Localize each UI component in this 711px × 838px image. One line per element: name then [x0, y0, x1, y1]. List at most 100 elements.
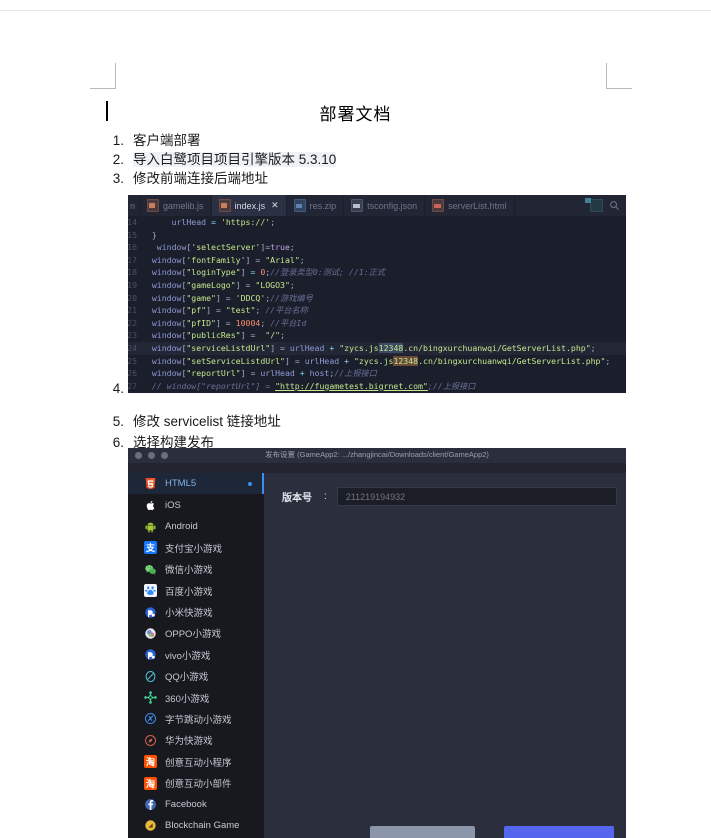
split-editor-icon[interactable] [590, 199, 603, 212]
code-line: 28 // window["reportRecallUrl"] = urlHea… [128, 392, 626, 393]
tab-gamelib-js[interactable]: gamelib.js [140, 195, 212, 216]
sidebar-item-vivo-minigame[interactable]: vivo小游戏 [128, 644, 264, 665]
sidebar-item-label: 360小游戏 [165, 693, 210, 705]
list-item: 5. 修改 servicelist 链接地址 [100, 410, 281, 430]
tab-index-js[interactable]: index.js ✕ [211, 195, 287, 216]
list-item-number: 1. [112, 133, 124, 148]
line-number: 24 [128, 342, 137, 353]
version-field-row: 版本号 : 211219194932 [282, 487, 617, 506]
sidebar-item-android[interactable]: Android [128, 516, 264, 537]
confirm-button[interactable] [504, 826, 614, 838]
version-label: 版本号 [282, 493, 312, 504]
sidebar-item-label: OPPO小游戏 [165, 629, 221, 641]
list-item-number: 3. [112, 171, 124, 186]
sidebar-item-baidu-minigame[interactable]: 百度小游戏 [128, 580, 264, 601]
code-line: 27 // window["reportUrl"] = "http://fuga… [128, 380, 626, 393]
apple-icon [144, 499, 157, 512]
sidebar-item-oppo-minigame[interactable]: OPPO小游戏 [128, 623, 264, 644]
sidebar-item-label: Blockchain Game [165, 820, 240, 832]
sidebar-item-ios[interactable]: iOS [128, 494, 264, 515]
code-line: 15 } [128, 229, 626, 242]
list-item-number: 5. [112, 414, 124, 429]
line-number: 23 [128, 330, 137, 341]
sidebar-item-blockchain-game[interactable]: Blockchain Game [128, 815, 264, 836]
list-item-number: 6. [112, 435, 124, 450]
code-line: 25 window["setServiceListdUrl"] = urlHea… [128, 355, 626, 368]
status-dot [248, 481, 252, 486]
code-line: 17 window['fontFamily'] = "Arial"; [128, 254, 626, 267]
list-item-number: 2. [112, 152, 124, 167]
dialog-sub-bar [128, 463, 626, 473]
tab-label: gamelib.js [163, 200, 204, 211]
version-input[interactable]: 211219194932 [336, 487, 617, 506]
oppo-icon [144, 627, 157, 640]
sidebar-item-label: iOS [165, 499, 181, 511]
close-icon[interactable]: ✕ [271, 200, 279, 211]
code-line: 22 window["pfID"] = 10004; //平台Id [128, 317, 626, 330]
tab-res-zip[interactable]: res.zip [286, 195, 345, 216]
dialog-title-bar: 发布设置 (GameApp2: .../zhangjincai/Download… [128, 448, 626, 463]
tab-truncated[interactable]: n [128, 195, 141, 216]
line-number: 27 [128, 380, 137, 391]
document-page: 部署文档 1. 客户端部署 2. 导入白鹭项目项目引擎版本 5.3.10 3. 修改前… [0, 0, 711, 838]
sidebar-item-qq-minigame[interactable]: QQ小游戏 [128, 666, 264, 687]
sidebar-item-xiaomi-quickgame[interactable]: 小米快游戏 [128, 601, 264, 622]
crop-mark-top-right [606, 63, 632, 89]
sidebar-item-huawei-quickgame[interactable]: 华为快游戏 [128, 730, 264, 751]
line-number: 19 [128, 279, 137, 290]
code-editor-screenshot: n gamelib.js index.js ✕ res.zip tsconfig… [128, 195, 626, 393]
line-number: 28 [128, 392, 142, 393]
line-number: 25 [128, 355, 137, 366]
line-number: 26 [128, 368, 137, 379]
alipay-icon: 支 [144, 541, 157, 555]
sidebar-item-360-minigame[interactable]: 360小游戏 [128, 687, 264, 708]
sidebar-item-label: 百度小游戏 [165, 586, 213, 598]
line-number: 21 [128, 305, 137, 316]
sidebar-item-wechat-minigame[interactable]: 微信小游戏 [128, 559, 264, 580]
tab-tsconfig-json[interactable]: tsconfig.json [344, 195, 426, 216]
blockchain-icon [144, 819, 157, 832]
code-line: 21 window["pf"] = "test"; //平台名称 [128, 304, 626, 317]
list-item: 3. 修改前端连接后端地址 [100, 167, 268, 187]
tab-label: serverList.html [448, 200, 507, 211]
version-colon: : [324, 491, 327, 502]
qq-icon [144, 670, 157, 683]
cancel-button[interactable] [370, 826, 475, 838]
version-value: 211219194932 [345, 491, 406, 502]
code-line: 20 window["game"] = 'DDCQ';//游戏编号 [128, 292, 626, 305]
sidebar-item-label: vivo小游戏 [165, 650, 211, 662]
search-file-icon[interactable] [609, 200, 620, 211]
sidebar-item-label: Android [165, 520, 198, 532]
platform-sidebar[interactable]: HTML5 iOS Android 支 支付宝小游戏 微信小游戏 百度小游戏 小… [128, 473, 264, 838]
js-file-icon [218, 199, 231, 212]
crop-mark-top-left [90, 63, 116, 89]
sidebar-item-creative-miniprogram[interactable]: 淘 创意互动小程序 [128, 751, 264, 772]
zip-file-icon [293, 199, 306, 212]
list-item: 1. 客户端部署 [100, 129, 201, 149]
360-icon [144, 691, 157, 704]
sidebar-item-label: 微信小游戏 [165, 565, 213, 577]
sidebar-item-label: QQ小游戏 [165, 672, 209, 684]
sidebar-item-label: 支付宝小游戏 [165, 543, 223, 555]
baidu-icon [144, 584, 157, 598]
list-item-label: 修改 servicelist 链接地址 [133, 414, 281, 429]
sidebar-item-label: HTML5 [165, 478, 197, 490]
huawei-icon [144, 734, 157, 747]
sidebar-item-facebook[interactable]: Facebook [128, 794, 264, 815]
code-content[interactable]: 14 urlHead = 'https://'; 15 } 16 window[… [128, 216, 626, 393]
vivo-icon [144, 648, 157, 661]
sidebar-item-alipay-minigame[interactable]: 支 支付宝小游戏 [128, 537, 264, 558]
list-item-label: 客户端部署 [133, 133, 201, 148]
list-item-label: 修改前端连接后端地址 [133, 171, 268, 186]
tab-label: tsconfig.json [367, 200, 418, 211]
xiaomi-icon [144, 606, 157, 619]
list-item: 2. 导入白鹭项目项目引擎版本 5.3.10 [100, 148, 337, 168]
sidebar-item-bytedance-minigame[interactable]: 字节跳动小游戏 [128, 708, 264, 729]
sidebar-item-label: 小米快游戏 [165, 608, 213, 620]
sidebar-item-creative-widget[interactable]: 淘 创意互动小部件 [128, 772, 264, 793]
editor-toolbar-icons [584, 195, 626, 216]
sidebar-item-html5[interactable]: HTML5 [128, 473, 264, 495]
code-line: 14 urlHead = 'https://'; [128, 216, 626, 229]
code-line: 19 window["gameLogo"] = "LOGO3"; [128, 279, 626, 292]
tab-serverlist-html[interactable]: serverList.html [425, 195, 515, 216]
